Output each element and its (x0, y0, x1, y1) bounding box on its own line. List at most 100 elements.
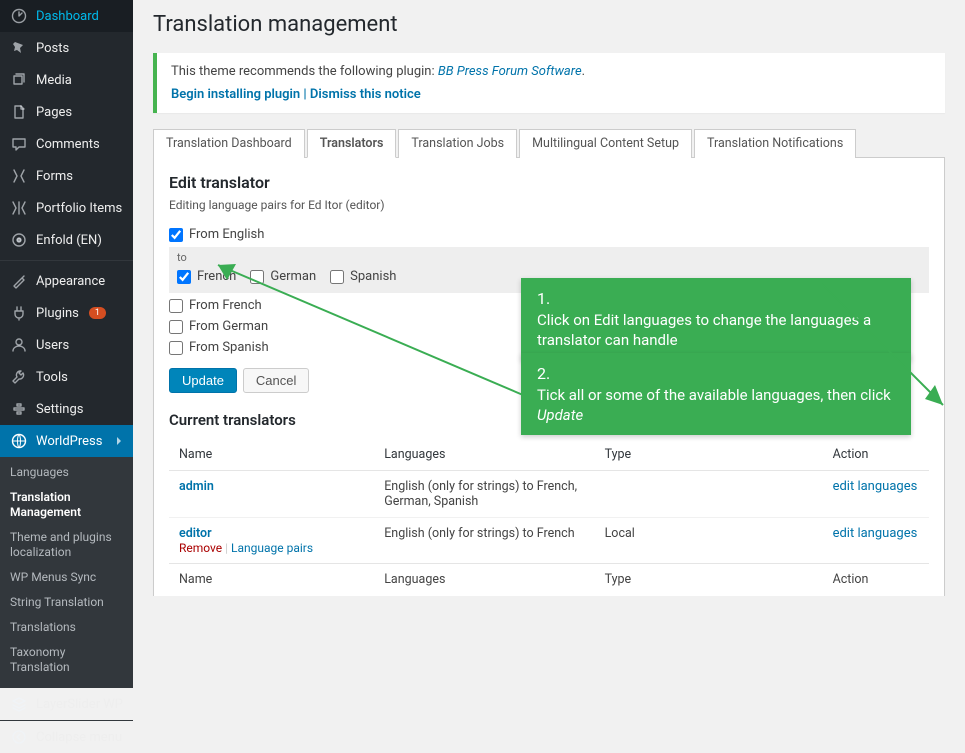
sidebar-submenu-item[interactable]: Taxonomy Translation (0, 640, 133, 680)
tab-bar: Translation DashboardTranslatorsTranslat… (153, 128, 945, 157)
translator-name-link[interactable]: editor (179, 526, 212, 541)
collapse-menu[interactable]: Collapse menu (0, 720, 133, 753)
tab-translators[interactable]: Translators (307, 129, 397, 158)
sidebar-item-dashboard[interactable]: Dashboard (0, 0, 133, 32)
col-action: Action (823, 564, 929, 596)
sidebar-item-label: Comments (36, 137, 100, 152)
sidebar-item-label: Dashboard (36, 9, 99, 24)
appearance-icon (10, 272, 28, 290)
edit-translator-subheading: Editing language pairs for Ed Itor (edit… (169, 198, 929, 212)
sidebar-item-comments[interactable]: Comments (0, 128, 133, 160)
sidebar-submenu-item[interactable]: Languages (0, 460, 133, 485)
sidebar-item-enfold[interactable]: Enfold (EN) (0, 224, 133, 256)
sidebar-item-tools[interactable]: Tools (0, 361, 133, 393)
plugin-notice: This theme recommends the following plug… (153, 53, 945, 113)
collapse-label: Collapse menu (36, 730, 122, 745)
col-type: Type (595, 439, 823, 471)
tab-translation-notifications[interactable]: Translation Notifications (694, 129, 856, 158)
from-lang-label: From French (189, 298, 262, 313)
sidebar-item-forms[interactable]: Forms (0, 160, 133, 192)
sidebar-item-worldpress[interactable]: WorldPress (0, 425, 133, 457)
from-lang-label: From Spanish (189, 340, 269, 355)
pin-icon (10, 39, 28, 57)
sidebar-separator (0, 260, 133, 261)
sidebar-item-posts[interactable]: Posts (0, 32, 133, 64)
users-icon (10, 336, 28, 354)
from-lang-label: From German (189, 319, 268, 334)
enfold-icon (10, 231, 28, 249)
translators-table: Name Languages Type Action admin English… (169, 439, 929, 595)
from-english-row[interactable]: From English (169, 224, 929, 245)
portfolio-icon (10, 199, 28, 217)
sidebar-submenu-item[interactable]: Theme and plugins localization (0, 525, 133, 565)
tab-translation-jobs[interactable]: Translation Jobs (398, 129, 517, 158)
comment-icon (10, 135, 28, 153)
settings-icon (10, 400, 28, 418)
to-lang-checkbox[interactable] (250, 270, 264, 284)
to-lang-label: German (270, 269, 316, 284)
from-english-checkbox[interactable] (169, 228, 183, 242)
annotation-text: Tick all or some of the available langua… (537, 385, 895, 426)
sidebar-submenu-item[interactable]: Translations (0, 615, 133, 640)
main-content: Translation management This theme recomm… (133, 0, 965, 596)
sidebar-item-layerslider[interactable]: LayerSlider WP (0, 688, 133, 720)
sidebar-item-settings[interactable]: Settings (0, 393, 133, 425)
dashboard-icon (10, 7, 28, 25)
page-icon (10, 103, 28, 121)
sidebar-item-label: Appearance (36, 274, 105, 289)
to-lang-german[interactable]: German (250, 266, 316, 287)
media-icon (10, 71, 28, 89)
to-lang-french[interactable]: French (177, 266, 236, 287)
from-lang-checkbox[interactable] (169, 320, 183, 334)
sidebar-submenu: LanguagesTranslation ManagementTheme and… (0, 457, 133, 688)
notice-plugin-link[interactable]: BB Press Forum Software (438, 64, 582, 79)
layers-icon (10, 695, 28, 713)
edit-languages-link[interactable]: edit languages (833, 526, 918, 541)
to-lang-spanish[interactable]: Spanish (330, 266, 396, 287)
collapse-icon (10, 728, 28, 746)
notice-text: This theme recommends the following plug… (171, 64, 438, 79)
table-row: admin English (only for strings) to Fren… (169, 471, 929, 518)
cancel-button[interactable]: Cancel (243, 368, 309, 393)
world-icon (10, 432, 28, 450)
edit-languages-link[interactable]: edit languages (833, 479, 918, 494)
language-pairs-link[interactable]: Language pairs (231, 541, 313, 555)
sidebar-item-users[interactable]: Users (0, 329, 133, 361)
col-languages: Languages (374, 439, 594, 471)
from-lang-checkbox[interactable] (169, 341, 183, 355)
notice-install-link[interactable]: Begin installing plugin (171, 87, 300, 102)
tab-translation-dashboard[interactable]: Translation Dashboard (153, 129, 305, 158)
translator-name-link[interactable]: admin (179, 479, 214, 494)
admin-sidebar: Dashboard Posts Media Pages Comments FormsPor… (0, 0, 133, 596)
sidebar-item-label: Tools (36, 370, 68, 385)
update-button[interactable]: Update (169, 368, 237, 393)
sidebar-item-label: Pages (36, 105, 72, 120)
notice-dismiss-link[interactable]: Dismiss this notice (310, 87, 421, 102)
sidebar-item-media[interactable]: Media (0, 64, 133, 96)
translator-languages: English (only for strings) to French (374, 518, 594, 564)
sidebar-item-label: Posts (36, 41, 69, 56)
plugin-icon (10, 304, 28, 322)
to-lang-checkbox[interactable] (330, 270, 344, 284)
sidebar-item-label: Users (36, 338, 69, 353)
annotation-number: 2. (537, 363, 895, 385)
sidebar-submenu-item[interactable]: Translation Management (0, 485, 133, 525)
sidebar-item-label: Plugins (36, 306, 79, 321)
col-name: Name (169, 439, 374, 471)
sidebar-item-plugins[interactable]: Plugins1 (0, 297, 133, 329)
sidebar-item-portfolio[interactable]: Portfolio Items (0, 192, 133, 224)
from-english-label: From English (189, 227, 264, 242)
from-lang-checkbox[interactable] (169, 299, 183, 313)
forms-icon (10, 167, 28, 185)
annotation-callout-1: 1. Click on Edit languages to change the… (521, 278, 911, 360)
sidebar-submenu-item[interactable]: String Translation (0, 590, 133, 615)
sidebar-item-pages[interactable]: Pages (0, 96, 133, 128)
tools-icon (10, 368, 28, 386)
annotation-text: Click on Edit languages to change the la… (537, 310, 895, 351)
col-type: Type (595, 564, 823, 596)
sidebar-submenu-item[interactable]: WP Menus Sync (0, 565, 133, 590)
sidebar-item-appearance[interactable]: Appearance (0, 265, 133, 297)
to-lang-checkbox[interactable] (177, 270, 191, 284)
tab-multilingual-content-setup[interactable]: Multilingual Content Setup (519, 129, 692, 158)
remove-link[interactable]: Remove (179, 541, 222, 555)
